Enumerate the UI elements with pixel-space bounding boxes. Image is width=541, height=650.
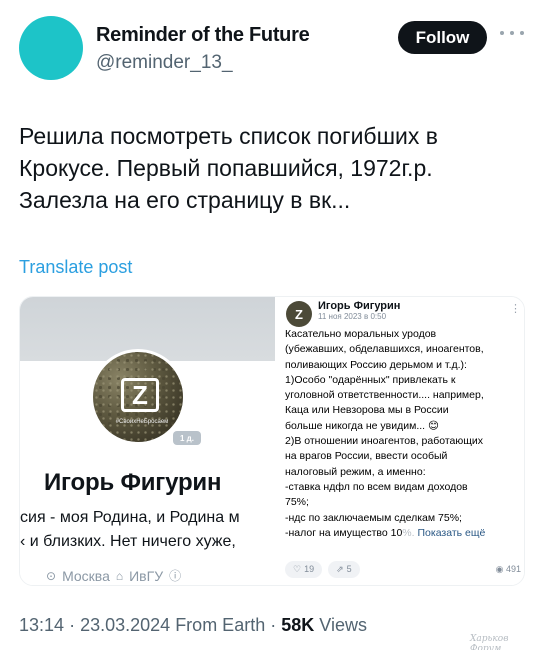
vk-likes-count: 19 — [304, 564, 315, 574]
z-symbol: Z — [121, 378, 159, 412]
vk-line: -ндс по заключаемым сделкам 75%; — [285, 511, 462, 524]
tweet-header: Reminder of the Future @reminder_13_ Fol… — [0, 0, 541, 90]
profile-avatar: Z #СвоихНеБросаем — [90, 349, 186, 445]
vk-share-pill: ⇗ 5 — [328, 560, 360, 578]
vk-like-pill: ♡ 19 — [285, 560, 323, 578]
vk-line-fade: %. — [402, 526, 415, 539]
profile-screenshot: Z #СвоихНеБросаем 1 д. Игорь Фигурин сия… — [20, 297, 275, 585]
vk-line: -налог на имущество 10 — [285, 526, 403, 539]
vk-post-body: Касательно моральных уродов (убежавших, … — [285, 327, 524, 541]
vk-show-more-link: Показать ещё — [417, 526, 486, 539]
online-badge: 1 д. — [173, 431, 201, 445]
profile-bio-line: сия - моя Родина, и Родина м — [20, 509, 240, 526]
profile-name: Игорь Фигурин — [44, 469, 222, 496]
more-options-icon[interactable] — [500, 26, 524, 40]
translate-post-link[interactable]: Translate post — [19, 257, 132, 278]
vk-line: поливающих Россию дерьмом и т.д.): — [285, 358, 467, 371]
tweet-time[interactable]: 13:14 — [19, 615, 64, 635]
vk-line-last: -налог на имущество 10%. Показать ещё — [285, 526, 524, 541]
author-handle[interactable]: @reminder_13_ — [96, 52, 233, 74]
vk-line: -ставка ндфл по всем видам доходов — [285, 480, 468, 493]
vk-line: 2)В отношении иноагентов, работающих — [285, 435, 484, 448]
education-icon: ⌂ — [115, 568, 124, 583]
share-icon: ⇗ — [336, 563, 344, 574]
vk-post-screenshot: Z Игорь Фигурин 11 ноя 2023 в 0:50 ⋮ Кас… — [282, 297, 524, 585]
vk-line: Касательно моральных уродов — [285, 328, 437, 340]
vk-shares-count: 5 — [346, 564, 352, 574]
vk-post-date: 11 ноя 2023 в 0:50 — [318, 312, 387, 321]
vk-menu-icon: ⋮ — [510, 303, 521, 315]
author-display-name[interactable]: Reminder of the Future — [96, 24, 310, 47]
tweet-text-line: Крокусе. Первый попавшийся, 1972г.р. — [19, 155, 433, 181]
profile-location: Москва — [62, 567, 110, 584]
profile-info-row: ⊙ Москва ⌂ ИвГУ ⓘ — [46, 567, 181, 584]
vk-line: 1)Особо "одарённых" привлекать к — [285, 373, 456, 386]
avatar-caption: #СвоихНеБросаем — [115, 419, 169, 425]
author-avatar[interactable] — [19, 16, 83, 80]
profile-bio-line: ‹ и близких. Нет ничего хуже, — [20, 533, 236, 550]
tweet-text-line: Решила посмотреть список погибших в — [19, 123, 438, 149]
eye-icon: ◉ — [495, 563, 504, 574]
vk-views-count: 491 — [505, 563, 521, 574]
vk-line: больше никогда не увидим... 😊 — [285, 419, 439, 432]
profile-education: ИвГУ — [129, 567, 164, 584]
vk-line: Каца или Невзорова мы в России — [285, 404, 449, 417]
vk-author-name: Игорь Фигурин — [318, 300, 401, 312]
meta-separator: · — [69, 615, 76, 635]
views-label: Views — [319, 615, 367, 635]
vk-post-footer: ♡ 19 ⇗ 5 ◉ 491 — [285, 559, 521, 579]
vk-author-avatar: Z — [286, 301, 312, 327]
vk-line: на врагов России, ввести особый — [285, 450, 448, 463]
meta-separator: · — [270, 615, 277, 635]
vk-line: (убежавших, обделавшихся, иноагентов, — [285, 343, 484, 356]
vk-line: уголовной ответственности.... например, — [285, 389, 484, 402]
tweet-source: From Earth — [175, 615, 266, 635]
tweet-text-line: Залезла на его страницу в вк... — [19, 187, 351, 213]
tweet-metadata: 13:14 · 23.03.2024 From Earth · 58K View… — [19, 615, 367, 636]
views-count[interactable]: 58K — [281, 615, 314, 635]
tweet-date[interactable]: 23.03.2024 — [80, 615, 170, 635]
tweet-text: Решила посмотреть список погибших в Крок… — [19, 120, 519, 216]
heart-icon: ♡ — [293, 563, 302, 574]
vk-line: налоговый режим, а именно: — [285, 465, 426, 478]
vk-views: ◉ 491 — [496, 564, 521, 575]
location-icon: ⊙ — [46, 568, 57, 583]
vk-line: 75%; — [285, 496, 309, 509]
watermark-text: Харьков Форум — [470, 634, 509, 650]
follow-button[interactable]: Follow — [398, 21, 487, 54]
info-icon: ⓘ — [169, 569, 182, 583]
attached-image[interactable]: Z #СвоихНеБросаем 1 д. Игорь Фигурин сия… — [19, 296, 525, 586]
